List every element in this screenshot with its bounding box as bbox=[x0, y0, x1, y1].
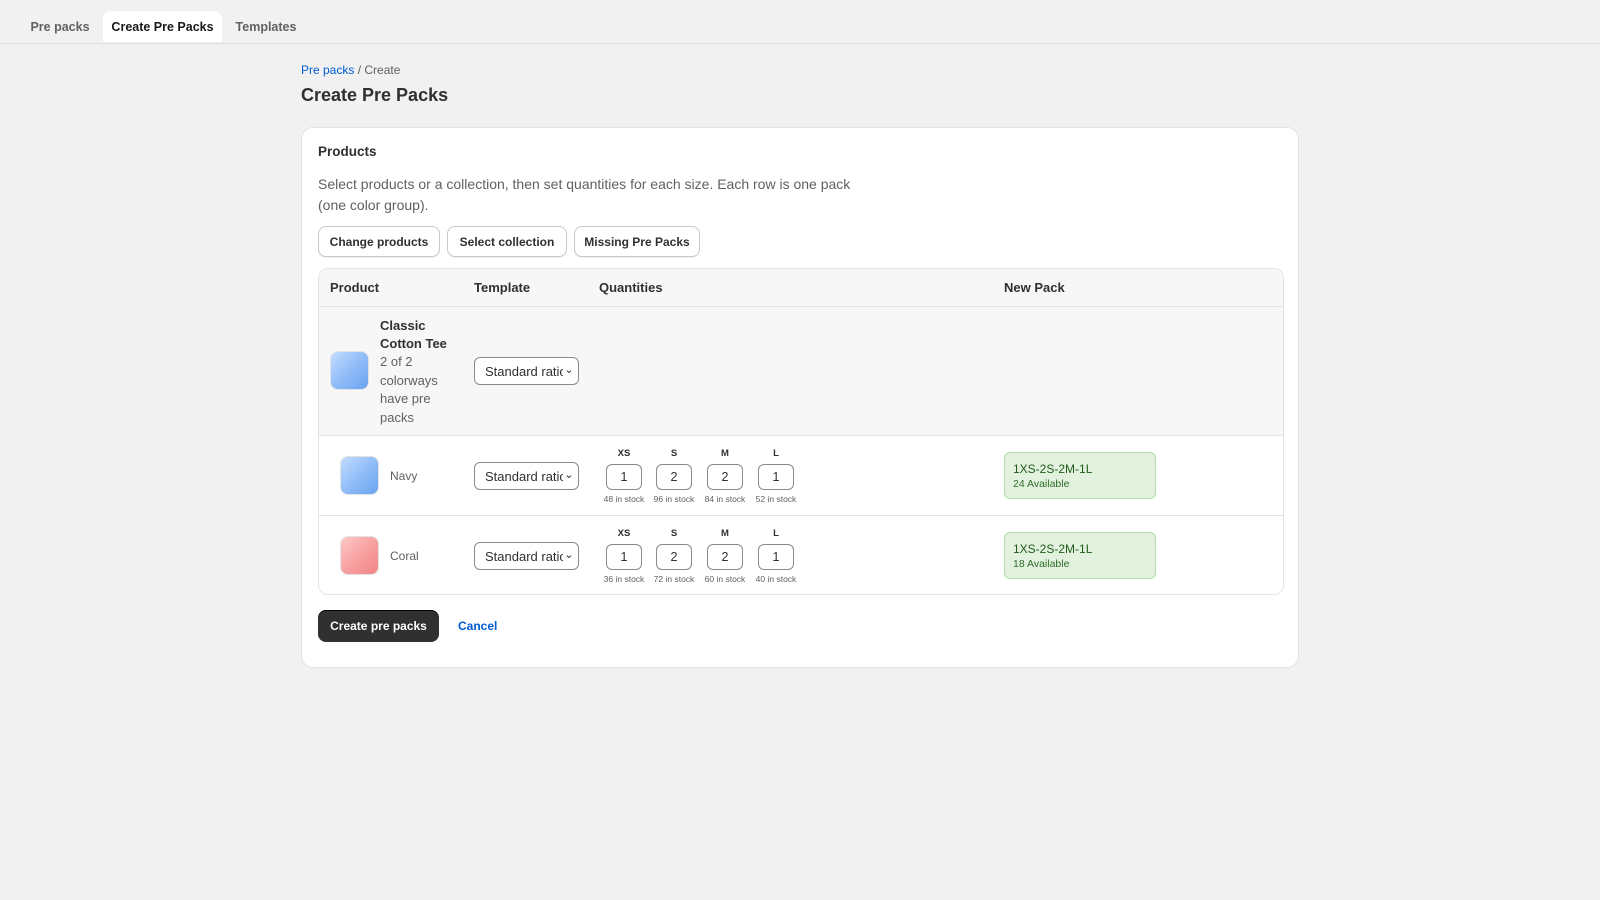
create-pre-packs-button[interactable]: Create pre packs bbox=[318, 610, 439, 642]
quantity-input[interactable]: 1 bbox=[758, 544, 794, 570]
template-select[interactable]: Standard ratio ⌄ bbox=[474, 542, 579, 570]
size-quantity-m: M 2 84 in stock bbox=[700, 436, 750, 516]
table-row-variant: Navy Standard ratio ⌄ XS 1 48 in stock S… bbox=[319, 436, 1283, 516]
tab-bar: Pre packs Create Pre Packs Templates bbox=[0, 0, 1600, 44]
size-label: M bbox=[721, 448, 729, 459]
quantity-input[interactable]: 1 bbox=[606, 544, 642, 570]
tab-create-pre-packs[interactable]: Create Pre Packs bbox=[103, 11, 222, 42]
new-pack-available: 18 Available bbox=[1013, 558, 1070, 570]
breadcrumb-separator: / bbox=[354, 63, 365, 77]
column-header-template: Template bbox=[474, 280, 531, 295]
template-select-value: Standard ratio bbox=[485, 549, 567, 564]
template-select-value: Standard ratio bbox=[485, 364, 567, 379]
product-subtitle: 2 of 2 colorways have pre packs bbox=[380, 354, 438, 425]
table-row-variant: Coral Standard ratio ⌄ XS 1 36 in stock … bbox=[319, 516, 1283, 594]
stock-count: 36 in stock bbox=[603, 574, 645, 584]
quantity-input[interactable]: 1 bbox=[606, 464, 642, 490]
size-label: S bbox=[670, 448, 678, 459]
tab-templates[interactable]: Templates bbox=[227, 11, 305, 42]
size-quantity-m: M 2 60 in stock bbox=[700, 516, 750, 594]
stock-count: 72 in stock bbox=[653, 574, 695, 584]
column-header-product: Product bbox=[330, 280, 380, 295]
quantity-input[interactable]: 2 bbox=[707, 464, 743, 490]
stock-count: 96 in stock bbox=[653, 494, 695, 504]
select-collection-button[interactable]: Select collection bbox=[447, 226, 567, 257]
size-quantity-s: S 2 72 in stock bbox=[649, 516, 699, 594]
template-select[interactable]: Standard ratio ⌄ bbox=[474, 462, 579, 490]
column-header-quantities: Quantities bbox=[599, 280, 663, 295]
template-select-value: Standard ratio bbox=[485, 469, 567, 484]
products-table: Product Template Quantities New Pack Cla… bbox=[318, 268, 1284, 595]
chevron-down-icon: ⌄ bbox=[563, 363, 575, 376]
variant-thumbnail bbox=[340, 456, 379, 495]
products-card: Products Select products or a collection… bbox=[301, 127, 1299, 668]
variant-color-name: Coral bbox=[390, 549, 419, 563]
size-quantity-l: L 1 40 in stock bbox=[751, 516, 801, 594]
new-pack-badge: 1XS-2S-2M-1L 24 Available bbox=[1004, 452, 1156, 499]
breadcrumb-current: Create bbox=[364, 63, 401, 77]
missing-pre-packs-button[interactable]: Missing Pre Packs bbox=[574, 226, 700, 257]
card-description: Select products or a collection, then se… bbox=[318, 176, 851, 213]
stock-count: 84 in stock bbox=[704, 494, 746, 504]
size-label: M bbox=[721, 528, 729, 539]
change-products-button[interactable]: Change products bbox=[318, 226, 440, 257]
new-pack-badge: 1XS-2S-2M-1L 18 Available bbox=[1004, 532, 1156, 579]
quantity-input[interactable]: 1 bbox=[758, 464, 794, 490]
chevron-down-icon: ⌄ bbox=[563, 468, 575, 481]
tab-pre-packs[interactable]: Pre packs bbox=[20, 11, 100, 42]
table-row-product: Classic Cotton Tee 2 of 2 colorways have… bbox=[319, 307, 1283, 436]
table-header: Product Template Quantities New Pack bbox=[319, 269, 1283, 307]
quantity-input[interactable]: 2 bbox=[707, 544, 743, 570]
stock-count: 52 in stock bbox=[755, 494, 797, 504]
chevron-down-icon: ⌄ bbox=[563, 548, 575, 561]
column-header-new-pack: New Pack bbox=[1004, 280, 1065, 295]
new-pack-available: 24 Available bbox=[1013, 478, 1070, 490]
size-quantity-s: S 2 96 in stock bbox=[649, 436, 699, 516]
size-quantity-xs: XS 1 48 in stock bbox=[599, 436, 649, 516]
variant-color-name: Navy bbox=[390, 469, 418, 483]
card-heading: Products bbox=[318, 144, 377, 159]
template-select[interactable]: Standard ratio ⌄ bbox=[474, 357, 579, 385]
stock-count: 60 in stock bbox=[704, 574, 746, 584]
quantity-input[interactable]: 2 bbox=[656, 544, 692, 570]
page-title: Create Pre Packs bbox=[301, 85, 449, 105]
breadcrumb-link-pre-packs[interactable]: Pre packs bbox=[301, 63, 354, 77]
new-pack-code: 1XS-2S-2M-1L bbox=[1013, 462, 1093, 476]
breadcrumb: Pre packs / Create bbox=[301, 63, 400, 77]
size-quantity-xs: XS 1 36 in stock bbox=[599, 516, 649, 594]
quantity-input[interactable]: 2 bbox=[656, 464, 692, 490]
variant-thumbnail bbox=[340, 536, 379, 575]
new-pack-code: 1XS-2S-2M-1L bbox=[1013, 542, 1093, 556]
size-label: S bbox=[670, 528, 678, 539]
size-label: XS bbox=[617, 448, 631, 459]
cancel-button[interactable]: Cancel bbox=[458, 619, 497, 633]
stock-count: 40 in stock bbox=[755, 574, 797, 584]
size-label: L bbox=[773, 528, 779, 539]
product-thumbnail bbox=[330, 351, 369, 390]
size-label: XS bbox=[617, 528, 631, 539]
product-name: Classic Cotton Tee bbox=[380, 318, 447, 351]
size-label: L bbox=[773, 448, 779, 459]
size-quantity-l: L 1 52 in stock bbox=[751, 436, 801, 516]
stock-count: 48 in stock bbox=[603, 494, 645, 504]
